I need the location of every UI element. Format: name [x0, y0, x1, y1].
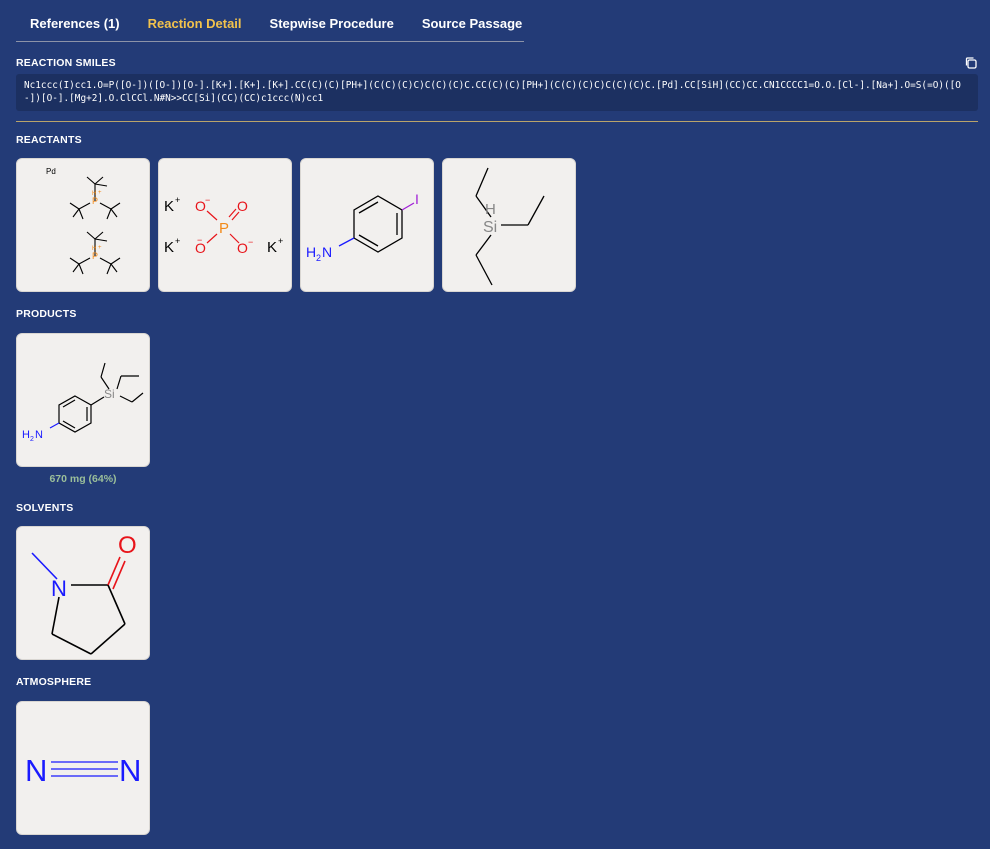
pd-phosphine-structure: Pd P H + P H +	[46, 167, 121, 275]
potassium-label: K	[164, 239, 174, 256]
amine-h-label: H	[306, 244, 316, 260]
nitrogen-label: N	[25, 753, 47, 788]
potassium-phosphate-structure: K + K + K + O − O P O − O −	[164, 195, 283, 256]
oxygen-label: O	[118, 532, 137, 559]
oxygen-charge: −	[197, 235, 202, 245]
amine-n-label: N	[35, 429, 43, 441]
triethylsilyl-aniline-structure: Si H 2 N	[22, 362, 144, 443]
potassium-charge: +	[175, 195, 180, 205]
smiles-text: Nc1ccc(I)cc1.O=P([O-])([O-])[O-].[K+].[K…	[16, 74, 978, 111]
oxygen-charge: −	[205, 195, 210, 205]
potassium-label: K	[164, 198, 174, 215]
atmosphere-card-nitrogen[interactable]: N N	[16, 701, 150, 835]
copy-icon[interactable]	[964, 56, 978, 70]
phosphorus-label: P	[219, 220, 229, 237]
silicon-h-label: H	[485, 201, 496, 218]
phosphorus-h-label: H	[92, 246, 96, 252]
nitrogen-label: N	[119, 753, 141, 788]
product-yield: 670 mg (64%)	[49, 473, 117, 485]
solvent-card-nmp[interactable]: N O	[16, 526, 150, 660]
tab-reaction-detail[interactable]: Reaction Detail	[134, 0, 256, 42]
products-label: PRODUCTS	[16, 308, 77, 320]
reactant-card-potassium-phosphate[interactable]: K + K + K + O − O P O − O −	[158, 158, 292, 292]
product-card-triethylsilyl-aniline[interactable]: Si H 2 N	[16, 333, 150, 467]
amine-subscript: 2	[316, 253, 321, 263]
section-divider	[16, 121, 978, 122]
silicon-label: Si	[483, 219, 497, 236]
pd-label: Pd	[46, 167, 56, 176]
reactant-card-triethylsilane[interactable]: H Si	[442, 158, 576, 292]
reactants-label: REACTANTS	[16, 134, 82, 146]
tab-references[interactable]: References (1)	[16, 0, 134, 42]
dinitrogen-structure: N N	[25, 753, 141, 788]
iodoaniline-structure: I H 2 N	[306, 191, 419, 263]
silicon-label: Si	[104, 387, 115, 401]
oxygen-label: O	[237, 198, 248, 214]
oxygen-charge: −	[248, 237, 253, 247]
tab-bar: References (1) Reaction Detail Stepwise …	[16, 0, 524, 42]
potassium-charge: +	[278, 236, 283, 246]
nitrogen-label: N	[51, 576, 67, 601]
potassium-charge: +	[175, 236, 180, 246]
amine-subscript: 2	[30, 436, 34, 443]
phosphorus-h-label: H	[92, 191, 96, 197]
triethylsilane-structure: H Si	[475, 167, 545, 286]
reactant-card-pd-catalyst[interactable]: Pd P H + P H +	[16, 158, 150, 292]
tab-source-passage[interactable]: Source Passage	[408, 0, 536, 42]
phosphorus-charge: +	[98, 245, 102, 251]
amine-h-label: H	[22, 429, 30, 441]
reaction-smiles-label: REACTION SMILES	[16, 57, 116, 69]
amine-n-label: N	[322, 244, 332, 260]
nmp-structure: N O	[31, 532, 137, 655]
solvents-label: SOLVENTS	[16, 502, 74, 514]
potassium-label: K	[267, 239, 277, 256]
iodine-label: I	[415, 191, 419, 207]
atmosphere-label: ATMOSPHERE	[16, 676, 92, 688]
phosphorus-charge: +	[98, 190, 102, 196]
reactant-card-iodoaniline[interactable]: I H 2 N	[300, 158, 434, 292]
phosphorus-label: P	[92, 251, 98, 261]
phosphorus-label: P	[92, 196, 98, 206]
tab-stepwise-procedure[interactable]: Stepwise Procedure	[256, 0, 408, 42]
